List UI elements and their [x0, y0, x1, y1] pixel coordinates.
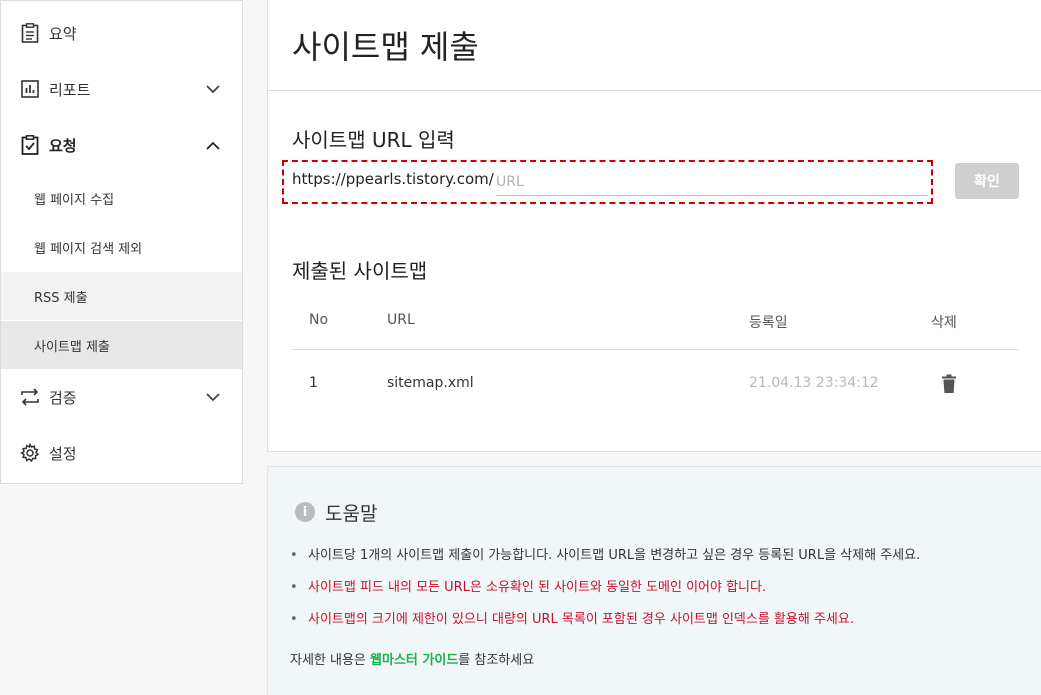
- page-title: 사이트맵 제출: [292, 28, 479, 66]
- swap-icon: [19, 386, 41, 408]
- bullet: •: [290, 612, 298, 627]
- sidebar-item-label: 검증: [49, 388, 77, 407]
- sidebar-item-label: 요약: [49, 24, 77, 43]
- clipboard-check-icon: [19, 134, 41, 156]
- sidebar: 요약 리포트 요청 웹 페이지 수집 웹 페이지 검색 제외 RSS 제출 사이…: [0, 0, 243, 484]
- sidebar-subitem-label: 사이트맵 제출: [34, 339, 110, 355]
- help-item: • 사이트맵의 크기에 제한이 있으니 대량의 URL 목록이 포함된 경우 사이…: [290, 608, 854, 627]
- help-item-text: 사이트당 1개의 사이트맵 제출이 가능합니다. 사이트맵 URL을 변경하고 …: [308, 548, 921, 563]
- chart-icon: [19, 78, 41, 100]
- url-prefix: https://ppearls.tistory.com/: [292, 170, 494, 188]
- sidebar-subitem-label: RSS 제출: [34, 290, 88, 306]
- sidebar-item-settings[interactable]: 설정: [1, 429, 242, 477]
- chevron-up-icon[interactable]: [205, 137, 221, 153]
- help-footer-prefix: 자세한 내용은: [290, 653, 371, 668]
- sidebar-subitem-rss[interactable]: RSS 제출: [1, 272, 242, 320]
- help-item-text: 사이트맵의 크기에 제한이 있으니 대량의 URL 목록이 포함된 경우 사이트…: [308, 612, 854, 627]
- webmaster-guide-link[interactable]: 웹마스터 가이드: [370, 653, 458, 668]
- row-url: sitemap.xml: [387, 375, 474, 391]
- column-header-no: No: [309, 312, 329, 328]
- help-item: • 사이트당 1개의 사이트맵 제출이 가능합니다. 사이트맵 URL을 변경하고…: [290, 544, 920, 563]
- sidebar-item-request[interactable]: 요청: [1, 121, 242, 169]
- sidebar-item-summary[interactable]: 요약: [1, 9, 242, 57]
- row-date: 21.04.13 23:34:12: [749, 375, 879, 391]
- table-divider: [292, 349, 1019, 350]
- help-item: • 사이트맵 피드 내의 모든 URL은 소유확인 된 사이트와 동일한 도메인 …: [290, 576, 766, 595]
- column-header-date: 등록일: [749, 315, 788, 331]
- column-header-delete: 삭제: [931, 315, 957, 331]
- chevron-down-icon[interactable]: [205, 389, 221, 405]
- sitemap-url-input[interactable]: [496, 168, 928, 196]
- sidebar-item-report[interactable]: 리포트: [1, 65, 242, 113]
- help-title: 도움말: [325, 503, 378, 525]
- help-item-text: 사이트맵 피드 내의 모든 URL은 소유확인 된 사이트와 동일한 도메인 이…: [308, 580, 767, 595]
- info-icon: i: [295, 502, 315, 522]
- sidebar-item-label: 리포트: [49, 80, 91, 99]
- confirm-button[interactable]: 확인: [955, 163, 1019, 199]
- column-header-url: URL: [387, 312, 415, 328]
- row-no: 1: [309, 375, 318, 391]
- sidebar-item-verify[interactable]: 검증: [1, 373, 242, 421]
- gear-icon: [19, 442, 41, 464]
- sidebar-subitem-label: 웹 페이지 검색 제외: [34, 241, 143, 257]
- sidebar-subitem-label: 웹 페이지 수집: [34, 192, 115, 208]
- sidebar-item-label: 설정: [49, 444, 77, 463]
- chevron-down-icon[interactable]: [205, 81, 221, 97]
- bullet: •: [290, 580, 298, 595]
- divider: [268, 90, 1041, 91]
- clipboard-icon: [19, 22, 41, 44]
- sidebar-subitem-crawl[interactable]: 웹 페이지 수집: [1, 174, 242, 222]
- section-title-url-input: 사이트맵 URL 입력: [292, 128, 455, 152]
- trash-icon[interactable]: [941, 374, 957, 394]
- help-section: i 도움말 • 사이트당 1개의 사이트맵 제출이 가능합니다. 사이트맵 URL…: [267, 466, 1041, 695]
- main-panel: 사이트맵 제출 사이트맵 URL 입력 https://ppearls.tist…: [267, 0, 1041, 452]
- section-title-submitted: 제출된 사이트맵: [292, 259, 428, 283]
- bullet: •: [290, 548, 298, 563]
- sidebar-item-label: 요청: [49, 136, 77, 155]
- sidebar-subitem-sitemap[interactable]: 사이트맵 제출: [1, 321, 242, 369]
- sidebar-subitem-exclude[interactable]: 웹 페이지 검색 제외: [1, 223, 242, 271]
- help-footer-suffix: 를 참조하세요: [458, 653, 535, 668]
- help-footer: 자세한 내용은 웹마스터 가이드를 참조하세요: [290, 649, 534, 668]
